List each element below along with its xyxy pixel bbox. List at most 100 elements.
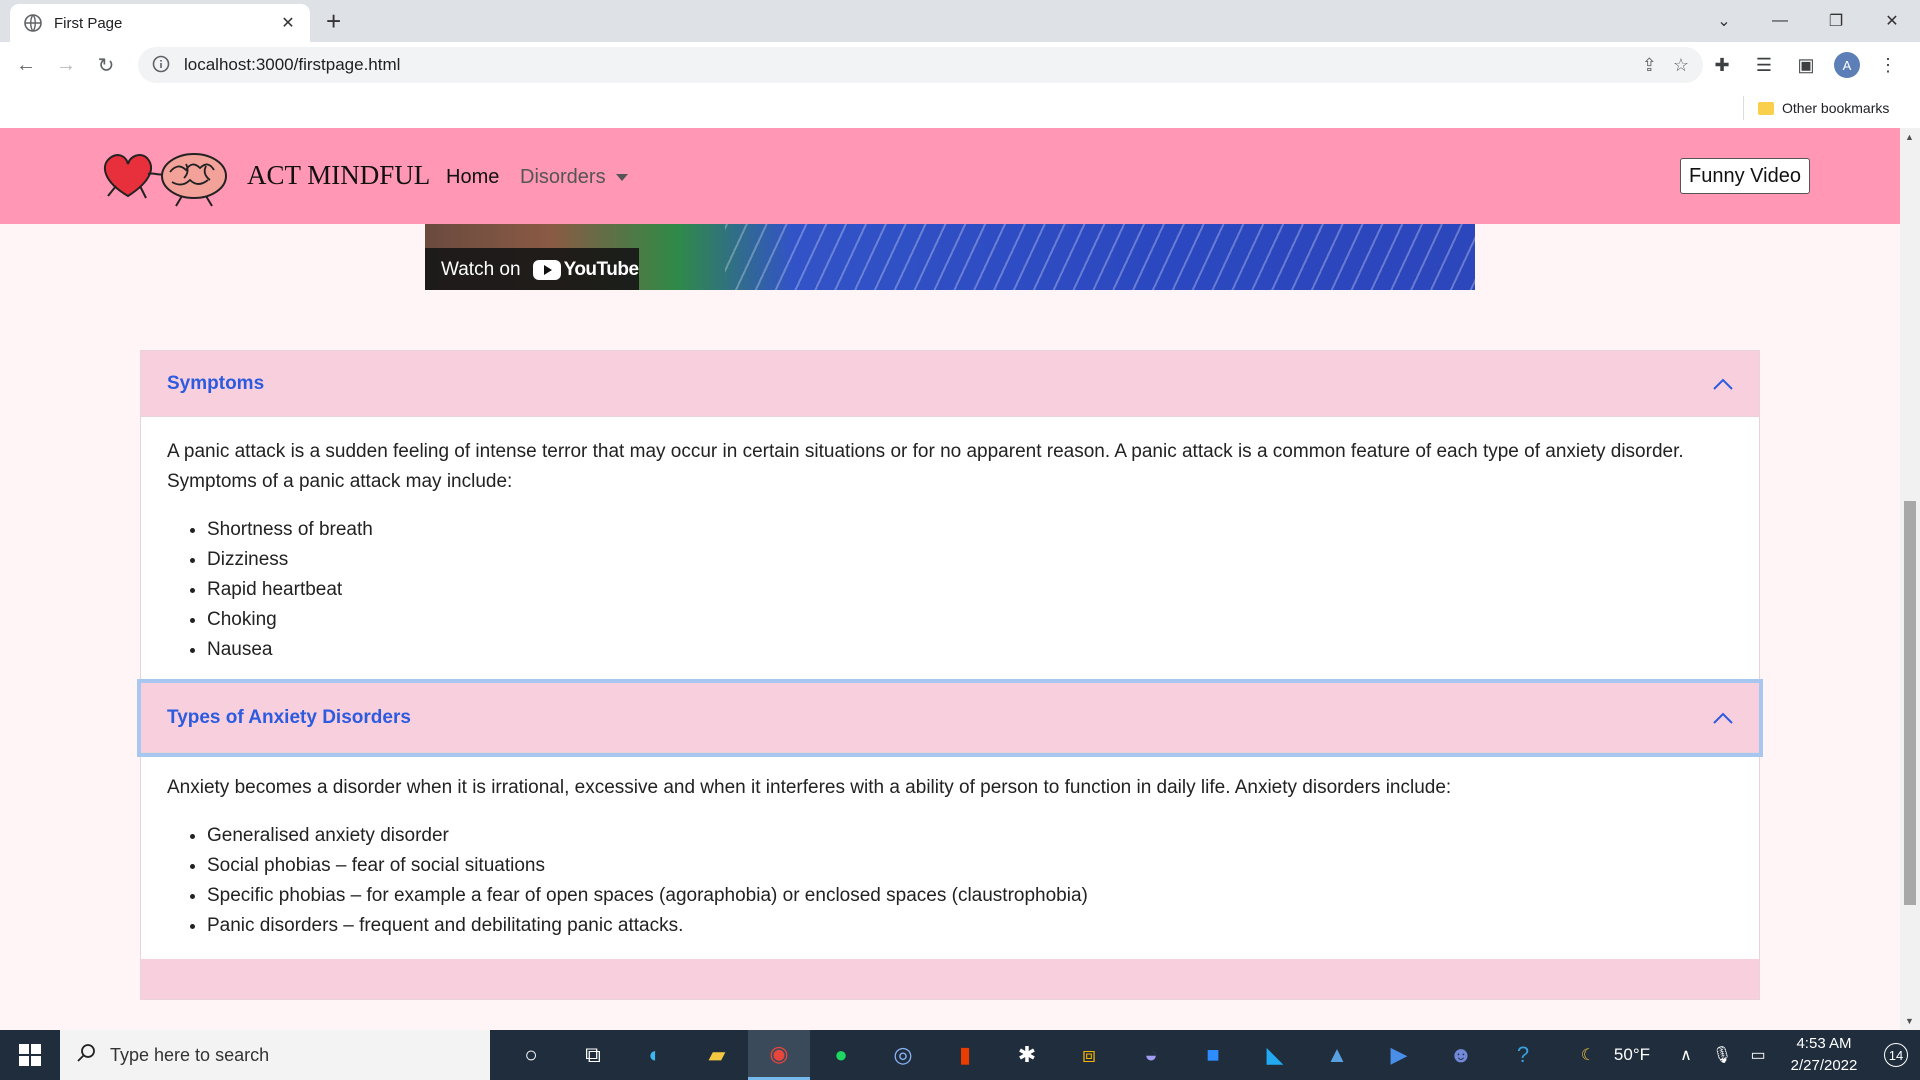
accordion-body-symptoms: A panic attack is a sudden feeling of in… <box>141 417 1759 683</box>
notification-count: 14 <box>1884 1043 1908 1067</box>
task-view-icon[interactable]: ⧉ <box>562 1030 624 1080</box>
accordion-header-symptoms[interactable]: Symptoms <box>141 351 1759 417</box>
chevron-up-icon <box>1711 372 1735 396</box>
scrollbar-thumb[interactable] <box>1904 501 1916 905</box>
zoom-icon[interactable]: ■ <box>1182 1030 1244 1080</box>
media-player-icon[interactable]: ▶ <box>1368 1030 1430 1080</box>
list-item: Nausea <box>207 635 1733 665</box>
clock[interactable]: 4:53 AM 2/27/2022 <box>1776 1033 1872 1077</box>
folder-icon <box>1758 101 1774 115</box>
globe-icon <box>24 14 42 32</box>
accordion-title: Symptoms <box>167 372 265 394</box>
bookmark-star-icon[interactable]: ☆ <box>1673 55 1689 76</box>
edge-icon[interactable]: ◐ <box>624 1030 686 1080</box>
symptoms-paragraph: A panic attack is a sudden feeling of in… <box>167 441 1684 492</box>
types-list: Generalised anxiety disorder Social phob… <box>167 821 1733 941</box>
slack-icon[interactable]: ✱ <box>996 1030 1058 1080</box>
clock-time: 4:53 AM <box>1796 1035 1852 1052</box>
page-viewport: Watch on YouTube ACT MINDFUL Home Disord… <box>0 128 1900 1030</box>
youtube-play-icon <box>532 260 561 280</box>
forward-icon[interactable]: → <box>46 45 86 85</box>
list-item: Generalised anxiety disorder <box>207 821 1733 851</box>
eclipse-icon[interactable]: ◒ <box>1120 1030 1182 1080</box>
menu-icon[interactable]: ⋮ <box>1874 51 1902 79</box>
reading-list-icon[interactable]: ☰ <box>1750 51 1778 79</box>
list-item: Panic disorders – frequent and debilitat… <box>207 911 1733 941</box>
spotify-icon[interactable]: ● <box>810 1030 872 1080</box>
youtube-logo: YouTube <box>532 259 639 281</box>
browser-tab[interactable]: First Page ✕ <box>10 4 310 42</box>
chevron-up-icon[interactable]: ∧ <box>1668 1045 1704 1065</box>
nav-disorders-dropdown[interactable]: Disorders <box>520 166 628 189</box>
discord-icon[interactable]: ☻ <box>1430 1030 1492 1080</box>
tab-title: First Page <box>54 14 123 32</box>
remote-app-icon[interactable]: ⧈ <box>1058 1030 1120 1080</box>
address-bar[interactable]: localhost:3000/firstpage.html ⇪ ☆ <box>138 47 1703 83</box>
new-tab-icon[interactable]: + <box>326 8 341 34</box>
scroll-down-icon[interactable]: ▼ <box>1905 1016 1914 1026</box>
tab-search-icon[interactable]: ⌄ <box>1696 0 1752 42</box>
accordion-header-types[interactable]: Types of Anxiety Disorders <box>141 683 1759 753</box>
browser-tab-bar: First Page ✕ + ⌄ — ❐ ✕ <box>0 0 1920 42</box>
extensions-icon[interactable]: ✚ <box>1708 51 1736 79</box>
back-icon[interactable]: ← <box>6 45 46 85</box>
browser-toolbar: ← → ↻ localhost:3000/firstpage.html ⇪ ☆ … <box>0 42 1920 88</box>
nav-disorders-label: Disorders <box>520 166 606 188</box>
vscode-icon[interactable]: ◣ <box>1244 1030 1306 1080</box>
weather-moon-icon[interactable]: ☾ <box>1570 1045 1606 1065</box>
other-bookmarks-label: Other bookmarks <box>1782 100 1890 116</box>
chrome-icon[interactable]: ◉ <box>748 1030 810 1080</box>
symptoms-list: Shortness of breath Dizziness Rapid hear… <box>167 515 1733 665</box>
windows-taskbar: Type here to search ○ ⧉ ◐ ▰ ◉ ● ◎ ▮ ✱ ⧈ … <box>0 1030 1920 1080</box>
list-item: Shortness of breath <box>207 515 1733 545</box>
list-item: Social phobias – fear of social situatio… <box>207 851 1733 881</box>
microphone-icon[interactable]: 🎙 <box>1704 1045 1740 1065</box>
photos-icon[interactable]: ▲ <box>1306 1030 1368 1080</box>
list-item: Dizziness <box>207 545 1733 575</box>
accordion-header-next[interactable] <box>141 959 1759 999</box>
dropdown-caret-icon <box>615 174 628 181</box>
clock-date: 2/27/2022 <box>1790 1057 1858 1074</box>
search-placeholder: Type here to search <box>110 1044 270 1065</box>
funny-video-button[interactable]: Funny Video <box>1680 158 1810 194</box>
cortana-icon[interactable]: ○ <box>500 1030 562 1080</box>
watch-on-youtube-button[interactable]: Watch on YouTube <box>425 248 639 290</box>
side-panel-icon[interactable]: ▣ <box>1792 51 1820 79</box>
bookmarks-divider <box>1743 96 1744 120</box>
accordion-title: Types of Anxiety Disorders <box>167 706 411 728</box>
youtube-label: YouTube <box>563 259 639 280</box>
taskbar-search[interactable]: Type here to search <box>60 1030 490 1080</box>
minimize-icon[interactable]: — <box>1752 0 1808 42</box>
heart-brain-logo[interactable] <box>98 146 232 208</box>
brand-name[interactable]: ACT MINDFUL <box>247 160 430 191</box>
app-circle-icon[interactable]: ◎ <box>872 1030 934 1080</box>
temperature[interactable]: 50°F <box>1614 1045 1650 1065</box>
battery-icon[interactable]: ▭ <box>1740 1045 1776 1065</box>
accordion-body-types: Anxiety becomes a disorder when it is ir… <box>141 753 1759 959</box>
nav-home-link[interactable]: Home <box>446 166 499 189</box>
list-item: Choking <box>207 605 1733 635</box>
watch-on-label: Watch on <box>441 259 521 280</box>
other-bookmarks[interactable]: Other bookmarks <box>1758 96 1889 120</box>
close-tab-icon[interactable]: ✕ <box>278 13 298 33</box>
system-tray: ☾ 50°F ∧ 🎙 ▭ 4:53 AM 2/27/2022 14 <box>1570 1030 1920 1080</box>
windows-start-icon[interactable] <box>0 1030 60 1080</box>
reload-icon[interactable]: ↻ <box>86 45 126 85</box>
profile-avatar[interactable]: A <box>1834 52 1860 78</box>
share-icon[interactable]: ⇪ <box>1642 55 1657 76</box>
file-explorer-icon[interactable]: ▰ <box>686 1030 748 1080</box>
scroll-up-icon[interactable]: ▲ <box>1905 132 1914 142</box>
site-navbar: ACT MINDFUL Home Disorders Funny Video <box>0 128 1900 224</box>
notification-icon[interactable]: 14 <box>1872 1043 1920 1067</box>
bookmarks-bar: Other bookmarks <box>0 88 1920 128</box>
close-window-icon[interactable]: ✕ <box>1864 0 1920 42</box>
accordion: Symptoms A panic attack is a sudden feel… <box>140 350 1760 1000</box>
page-scrollbar[interactable]: ▲ ▼ <box>1900 128 1920 1030</box>
help-icon[interactable]: ? <box>1492 1030 1554 1080</box>
restore-icon[interactable]: ❐ <box>1808 0 1864 42</box>
list-item: Specific phobias – for example a fear of… <box>207 881 1733 911</box>
chevron-up-icon <box>1711 706 1735 730</box>
search-icon <box>76 1043 96 1068</box>
site-info-icon[interactable] <box>152 55 172 75</box>
office-icon[interactable]: ▮ <box>934 1030 996 1080</box>
